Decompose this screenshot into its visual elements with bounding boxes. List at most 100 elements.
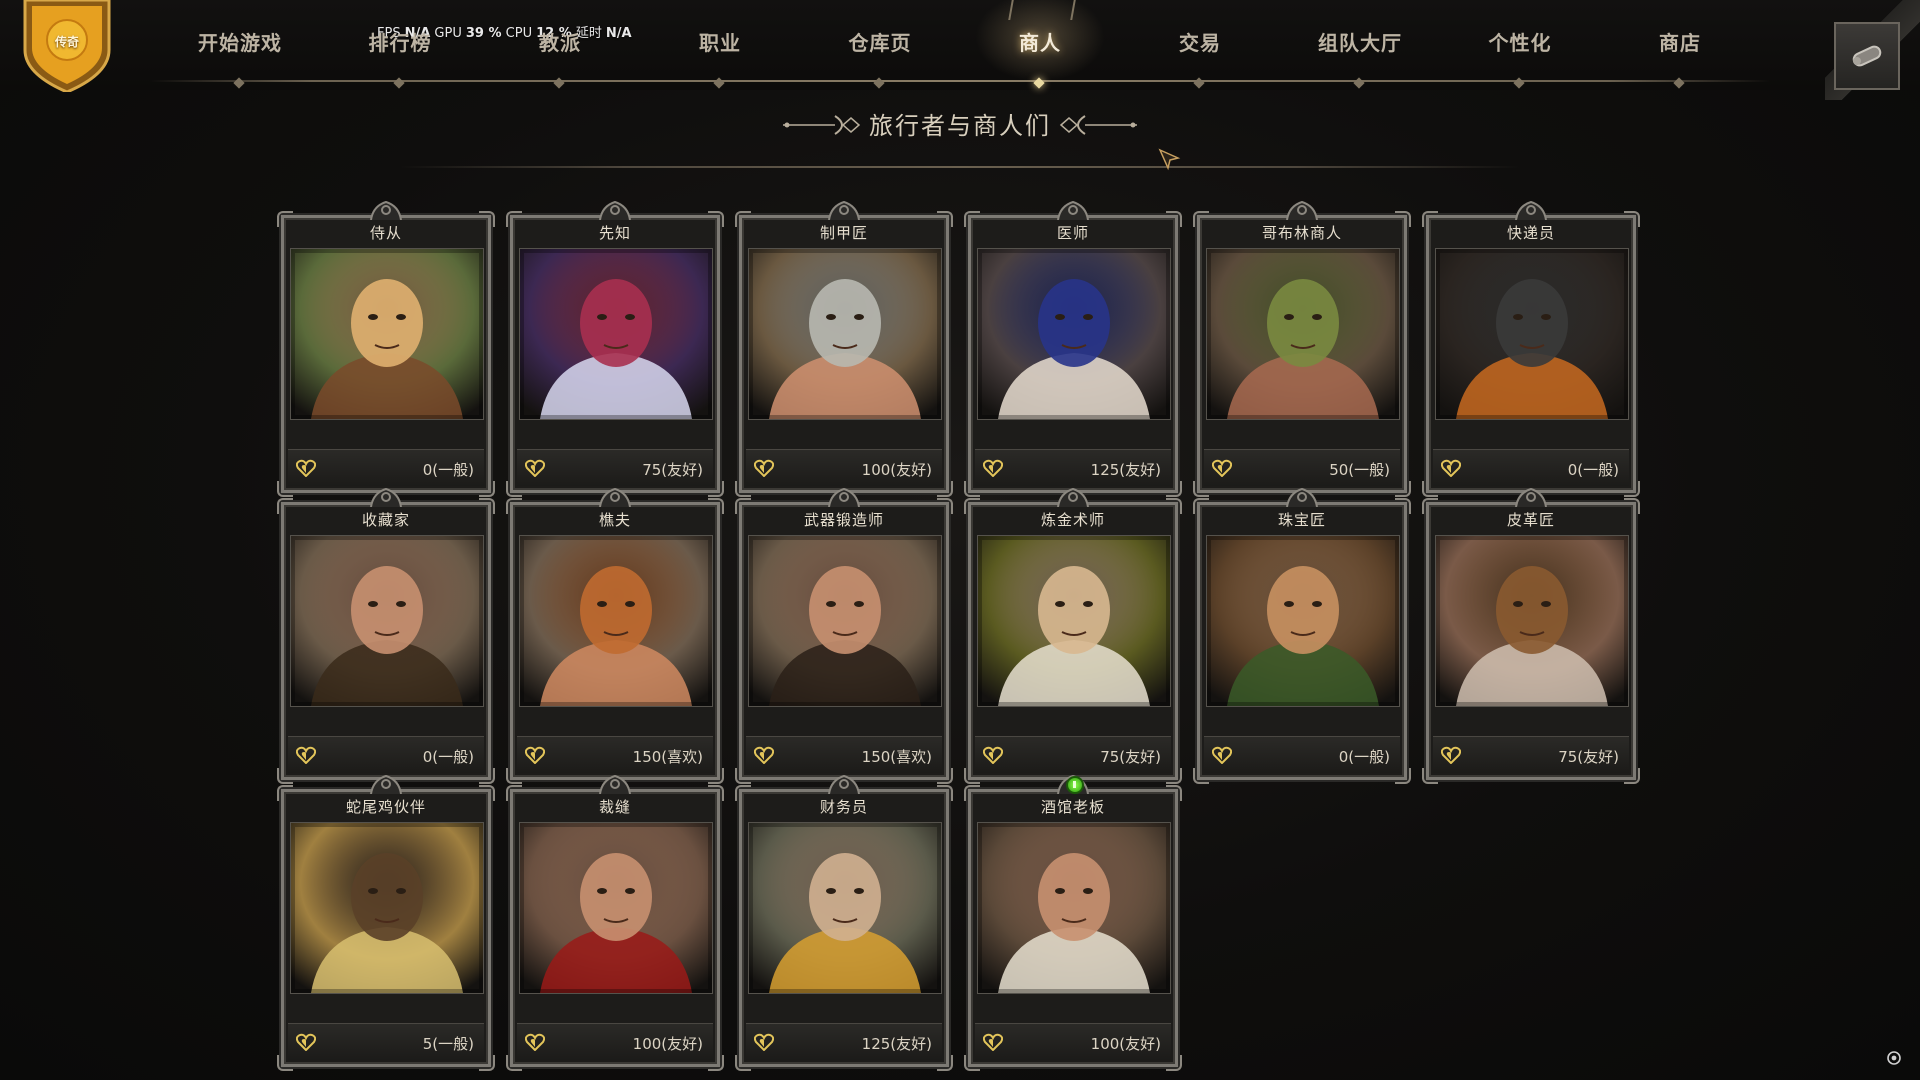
affinity-heart-icon — [1441, 746, 1461, 764]
merchant-portrait — [1206, 248, 1400, 420]
nav-tab-label: 组队大厅 — [1318, 30, 1402, 55]
merchant-portrait — [290, 822, 484, 994]
card-crest-icon — [1286, 487, 1318, 507]
merchant-portrait — [1435, 248, 1629, 420]
rank-shield[interactable]: 传奇 — [22, 0, 112, 94]
affinity-heart-icon — [525, 459, 545, 477]
merchant-portrait — [519, 822, 713, 994]
merchant-name: 裁缝 — [598, 798, 631, 816]
merchant-card[interactable]: 哥布林商人 50(一般) — [1193, 200, 1411, 497]
merchant-name: 制甲匠 — [819, 224, 868, 242]
portrait-illustration — [749, 823, 941, 993]
nav-tab-label: 职业 — [699, 30, 741, 55]
portrait-illustration — [291, 823, 483, 993]
merchant-name: 财务员 — [819, 798, 868, 816]
nav-tab-2[interactable]: 排行榜 — [325, 0, 475, 89]
merchant-card[interactable]: 珠宝匠 0(一般) — [1193, 487, 1411, 784]
merchant-name: 蛇尾鸡伙伴 — [345, 798, 426, 816]
merchant-name: 酒馆老板 — [1040, 798, 1105, 816]
reputation-bar: 125(友好) — [746, 1023, 942, 1060]
merchant-card[interactable]: 皮革匠 75(友好) — [1422, 487, 1640, 784]
title-ornament-right-icon — [1059, 115, 1137, 135]
reputation-value: 75(友好) — [1558, 748, 1619, 766]
corner-menu-button[interactable] — [1834, 22, 1900, 90]
portrait-illustration — [520, 249, 712, 419]
nav-tab-6[interactable]: 商人 — [965, 0, 1115, 89]
merchant-card[interactable]: 酒馆老板 100(友好) — [964, 774, 1182, 1071]
reputation-bar: 0(一般) — [288, 736, 484, 773]
merchant-portrait — [748, 822, 942, 994]
card-crest-icon — [370, 774, 402, 794]
merchant-card[interactable]: 财务员 125(友好) — [735, 774, 953, 1071]
affinity-heart-icon — [525, 1033, 545, 1051]
portrait-illustration — [520, 823, 712, 993]
reputation-bar: 5(一般) — [288, 1023, 484, 1060]
reputation-value: 0(一般) — [422, 748, 474, 766]
nav-tab-label: 教派 — [539, 30, 581, 55]
merchant-portrait — [977, 822, 1171, 994]
card-crest-icon — [370, 487, 402, 507]
merchant-card[interactable]: 蛇尾鸡伙伴 5(一般) — [277, 774, 495, 1071]
portrait-illustration — [1436, 249, 1628, 419]
reputation-value: 50(一般) — [1329, 461, 1390, 479]
reputation-bar: 0(一般) — [1433, 449, 1629, 486]
affinity-heart-icon — [525, 746, 545, 764]
merchant-name: 收藏家 — [361, 511, 410, 529]
nav-tab-10[interactable]: 商店 — [1605, 0, 1755, 89]
portrait-illustration — [1436, 536, 1628, 706]
reputation-value: 75(友好) — [1100, 748, 1161, 766]
nav-tab-5[interactable]: 仓库页 — [805, 0, 955, 89]
merchant-card[interactable]: 武器锻造师 150(喜欢) — [735, 487, 953, 784]
nav-tab-3[interactable]: 教派 — [485, 0, 635, 89]
card-crest-icon — [599, 200, 631, 220]
reputation-bar: 150(喜欢) — [746, 736, 942, 773]
affinity-heart-icon — [983, 459, 1003, 477]
nav-tab-label: 仓库页 — [848, 30, 912, 55]
title-divider — [400, 166, 1520, 168]
merchant-card[interactable]: 炼金术师 75(友好) — [964, 487, 1182, 784]
reputation-bar: 100(友好) — [746, 449, 942, 486]
affinity-heart-icon — [754, 459, 774, 477]
reputation-value: 0(一般) — [1338, 748, 1390, 766]
merchant-name: 炼金术师 — [1040, 511, 1105, 529]
merchant-card[interactable]: 制甲匠 100(友好) — [735, 200, 953, 497]
merchant-name: 先知 — [598, 224, 631, 242]
merchant-portrait — [519, 535, 713, 707]
card-crest-icon — [828, 200, 860, 220]
nav-tab-9[interactable]: 个性化 — [1445, 0, 1595, 89]
nav-tab-label: 交易 — [1179, 30, 1221, 55]
merchant-card[interactable]: 医师 125(友好) — [964, 200, 1182, 497]
merchant-card[interactable]: 收藏家 0(一般) — [277, 487, 495, 784]
merchant-name: 哥布林商人 — [1261, 224, 1342, 242]
nav-tab-1[interactable]: 开始游戏 — [165, 0, 315, 89]
portrait-illustration — [1207, 536, 1399, 706]
affinity-heart-icon — [1212, 459, 1232, 477]
new-item-alert-icon — [1066, 776, 1084, 794]
merchant-card[interactable]: 裁缝 100(友好) — [506, 774, 724, 1071]
reputation-bar: 75(友好) — [1433, 736, 1629, 773]
nav-tab-8[interactable]: 组队大厅 — [1285, 0, 1435, 89]
card-crest-icon — [828, 487, 860, 507]
card-crest-icon — [1057, 200, 1089, 220]
reputation-value: 150(喜欢) — [861, 748, 932, 766]
affinity-heart-icon — [296, 459, 316, 477]
section-title: 旅行者与商人们 — [869, 112, 1051, 140]
merchant-card[interactable]: 樵夫 150(喜欢) — [506, 487, 724, 784]
settings-icon[interactable] — [1886, 1050, 1902, 1066]
nav-tab-4[interactable]: 职业 — [645, 0, 795, 89]
reputation-bar: 75(友好) — [517, 449, 713, 486]
merchant-portrait — [519, 248, 713, 420]
merchant-portrait — [977, 248, 1171, 420]
portrait-illustration — [978, 249, 1170, 419]
reputation-bar: 50(一般) — [1204, 449, 1400, 486]
scroll-icon — [1852, 45, 1882, 67]
merchant-portrait — [1206, 535, 1400, 707]
merchant-card[interactable]: 先知 75(友好) — [506, 200, 724, 497]
merchant-card[interactable]: 快递员 0(一般) — [1422, 200, 1640, 497]
merchant-portrait — [977, 535, 1171, 707]
card-crest-icon — [599, 487, 631, 507]
affinity-heart-icon — [983, 1033, 1003, 1051]
merchant-card[interactable]: 侍从 0(一般) — [277, 200, 495, 497]
portrait-illustration — [291, 249, 483, 419]
nav-tab-7[interactable]: 交易 — [1125, 0, 1275, 89]
